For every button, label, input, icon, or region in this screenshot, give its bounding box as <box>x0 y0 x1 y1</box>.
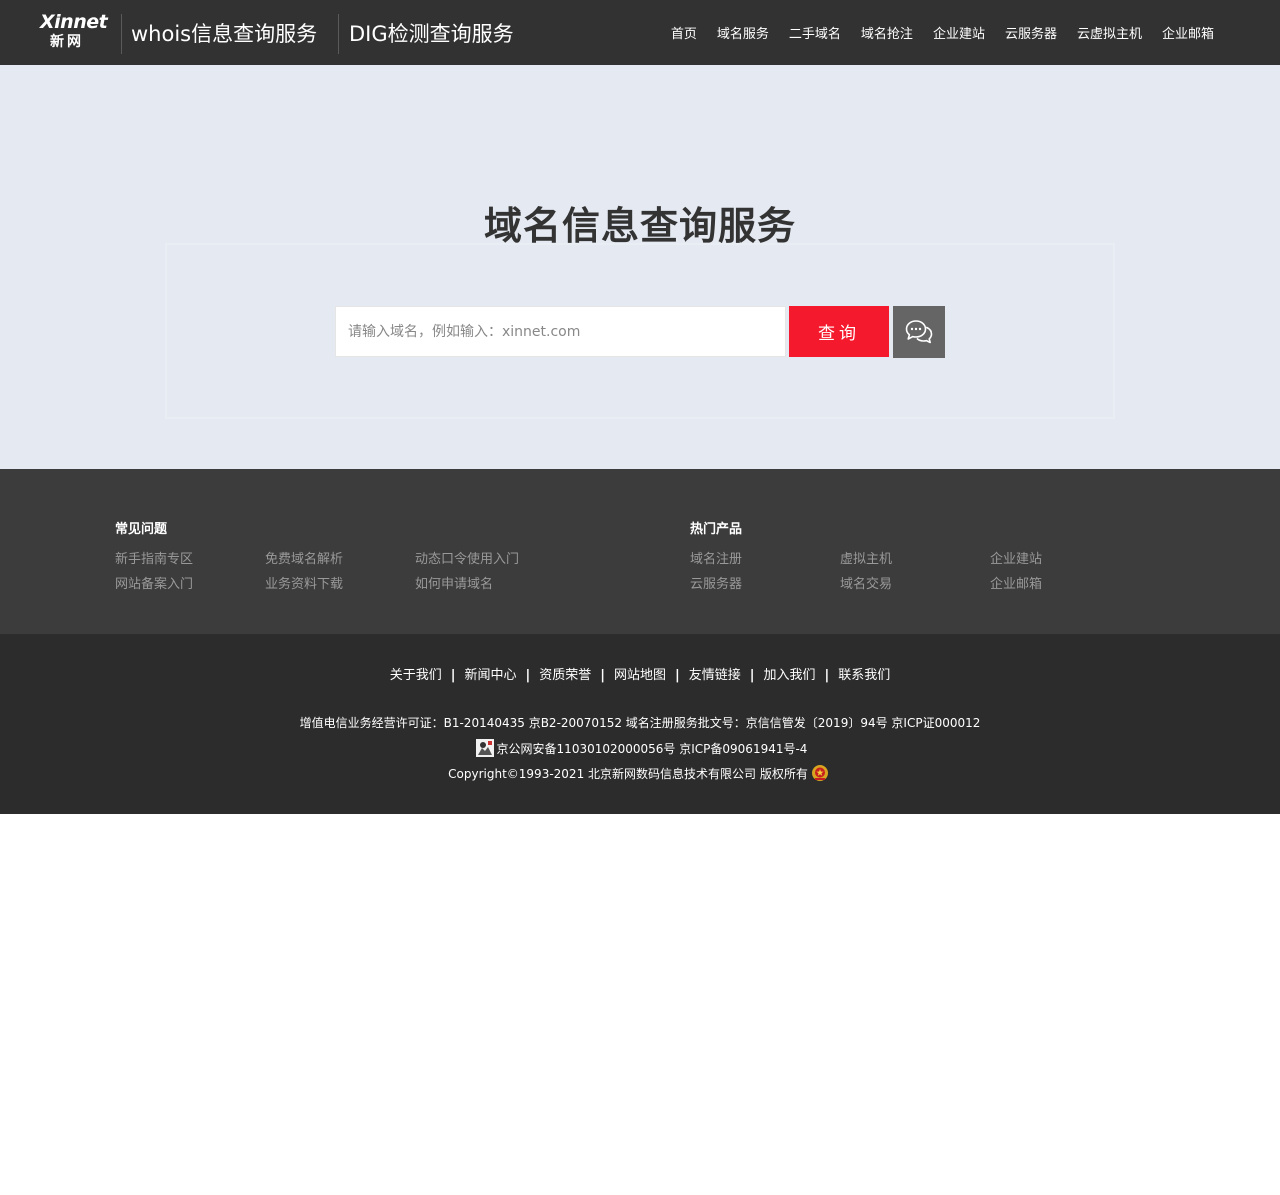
chat-bubbles-icon <box>905 320 933 344</box>
dig-service-link[interactable]: DIG检测查询服务 <box>349 18 514 50</box>
footer-link-sitemap[interactable]: 网站地图 <box>614 668 666 683</box>
xinnet-logo[interactable]: Xinnet 新网 <box>40 12 110 54</box>
whois-service-link[interactable]: whois信息查询服务 <box>131 18 317 50</box>
search-button[interactable]: 查询 <box>789 306 889 357</box>
police-emblem-icon[interactable] <box>811 764 829 782</box>
nav-item-cloud-virtual-host[interactable]: 云虚拟主机 <box>1077 23 1142 42</box>
hot-link-virtual-host[interactable]: 虚拟主机 <box>840 548 892 567</box>
footer-nav: 关于我们 | 新闻中心 | 资质荣誉 | 网站地图 | 友情链接 | 加入我们 | 联系我们 <box>0 664 1280 683</box>
faq-link-downloads[interactable]: 业务资料下载 <box>265 573 343 592</box>
footer-link-honors[interactable]: 资质荣誉 <box>539 668 591 683</box>
header-divider <box>121 14 122 54</box>
domain-search-input[interactable] <box>335 306 786 357</box>
hot-link-domain-register[interactable]: 域名注册 <box>690 548 742 567</box>
nav-item-domain-backorder[interactable]: 域名抢注 <box>861 23 913 42</box>
faq-link-icp-filing[interactable]: 网站备案入门 <box>115 573 193 592</box>
footer-link-contact[interactable]: 联系我们 <box>838 668 890 683</box>
nav-item-home[interactable]: 首页 <box>671 23 697 42</box>
hot-link-enterprise-email[interactable]: 企业邮箱 <box>990 573 1042 592</box>
copyright-row: Copyright©1993-2021 北京新网数码信息技术有限公司 版权所有 <box>0 764 1280 782</box>
faq-link-newbie-guide[interactable]: 新手指南专区 <box>115 548 193 567</box>
nav-item-enterprise-email[interactable]: 企业邮箱 <box>1162 23 1214 42</box>
copyright-text: Copyright©1993-2021 北京新网数码信息技术有限公司 版权所有 <box>448 767 808 781</box>
faq-link-free-dns[interactable]: 免费域名解析 <box>265 548 343 567</box>
online-chat-button[interactable] <box>893 306 945 358</box>
record-info-row: 京公网安备11030102000056号 京ICP备09061941号-4 <box>0 739 1280 757</box>
hero-section: 域名信息查询服务 <box>0 65 1280 469</box>
quick-links-section: 常见问题 新手指南专区 免费域名解析 动态口令使用入门 网站备案入门 业务资料下… <box>0 469 1280 634</box>
logo-text-latin: Xinnet <box>40 11 108 33</box>
footer-link-join-us[interactable]: 加入我们 <box>764 668 816 683</box>
footer-separator: | <box>450 668 456 683</box>
footer-separator: | <box>675 668 680 683</box>
footer-link-about[interactable]: 关于我们 <box>390 668 442 683</box>
site-header: Xinnet 新网 whois信息查询服务 DIG检测查询服务 首页 域名服务 … <box>0 0 1280 65</box>
page-title: 域名信息查询服务 <box>483 204 796 248</box>
site-footer: 关于我们 | 新闻中心 | 资质荣誉 | 网站地图 | 友情链接 | 加入我们 | 联系我们 增值电信业… <box>0 634 1280 814</box>
hot-link-website-building[interactable]: 企业建站 <box>990 548 1042 567</box>
footer-separator: | <box>824 668 830 683</box>
header-divider <box>338 14 339 54</box>
footer-separator: | <box>525 668 531 683</box>
main-nav: 首页 域名服务 二手域名 域名抢注 企业建站 云服务器 云虚拟主机 企业邮箱 <box>651 0 1214 65</box>
faq-title: 常见问题 <box>115 522 168 537</box>
nav-item-cloud-server[interactable]: 云服务器 <box>1005 23 1057 42</box>
nav-item-second-hand-domain[interactable]: 二手域名 <box>789 23 841 42</box>
faq-link-apply-domain[interactable]: 如何申请域名 <box>415 573 493 592</box>
footer-link-news[interactable]: 新闻中心 <box>464 668 516 683</box>
footer-separator: | <box>600 668 605 683</box>
logo-text-chinese: 新网 <box>50 34 84 50</box>
faq-link-dynamic-token[interactable]: 动态口令使用入门 <box>415 548 519 567</box>
hot-products-title: 热门产品 <box>690 522 743 537</box>
license-info: 增值电信业务经营许可证：B1-20140435 京B2-20070152 域名注… <box>299 716 981 730</box>
record-info-text[interactable]: 京公网安备11030102000056号 京ICP备09061941号-4 <box>497 742 808 756</box>
hot-link-cloud-server[interactable]: 云服务器 <box>690 573 742 592</box>
nav-item-domain-service[interactable]: 域名服务 <box>717 23 769 42</box>
footer-separator: | <box>749 668 755 683</box>
hot-link-domain-trade[interactable]: 域名交易 <box>840 573 892 592</box>
footer-link-friend-links[interactable]: 友情链接 <box>689 668 741 683</box>
nav-item-website-building[interactable]: 企业建站 <box>933 23 985 42</box>
security-record-badge-icon[interactable] <box>475 739 494 757</box>
